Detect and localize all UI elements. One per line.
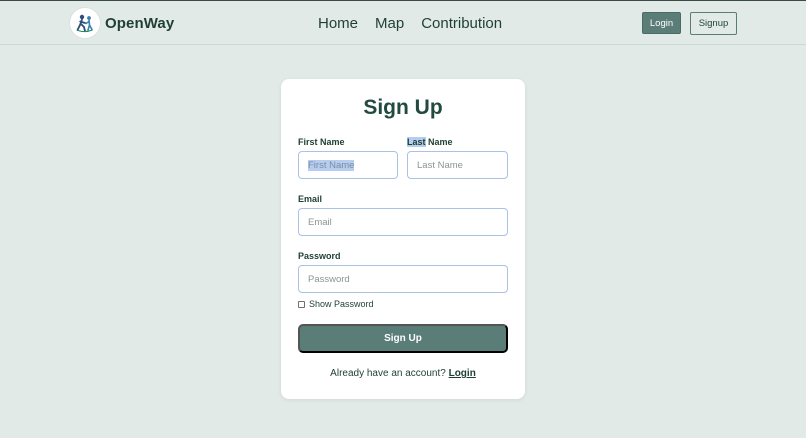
email-input[interactable]: Email — [298, 208, 508, 236]
nav-contribution-link[interactable]: Contribution — [421, 15, 502, 32]
email-label: Email — [298, 194, 323, 204]
nav-home-link[interactable]: Home — [318, 15, 358, 32]
password-label: Password — [298, 251, 341, 261]
email-placeholder: Email — [308, 216, 332, 228]
show-password-checkbox[interactable] — [298, 300, 305, 308]
login-link[interactable]: Login — [449, 368, 476, 379]
password-placeholder: Password — [308, 273, 350, 285]
last-name-label-selected: Last — [407, 137, 426, 147]
first-name-input[interactable]: First Name — [298, 151, 398, 179]
login-button[interactable]: Login — [642, 12, 681, 34]
people-logo-icon — [70, 8, 100, 38]
brand-name: OpenWay — [105, 14, 175, 32]
login-prompt: Already have an account? Login — [281, 368, 525, 379]
signup-card: Sign Up First Name Last Name First Name … — [281, 79, 525, 399]
signup-button[interactable]: Signup — [690, 12, 737, 35]
first-name-label: First Name — [298, 137, 345, 147]
show-password-toggle[interactable]: Show Password — [298, 299, 374, 309]
page-title: Sign Up — [363, 96, 443, 119]
last-name-label-rest: Name — [425, 137, 453, 147]
last-name-placeholder: Last Name — [417, 159, 463, 171]
show-password-label: Show Password — [309, 299, 374, 309]
main-nav: Home Map Contribution — [318, 15, 519, 32]
first-name-label-text: First Name — [298, 137, 345, 147]
nav-map-link[interactable]: Map — [375, 15, 404, 32]
brand-logo-link[interactable]: OpenWay — [70, 8, 174, 38]
sign-up-submit-button[interactable]: Sign Up — [298, 324, 508, 353]
navbar: OpenWay Home Map Contribution Login Sign… — [0, 1, 806, 45]
password-input[interactable]: Password — [298, 265, 508, 293]
last-name-label: Last Name — [407, 137, 453, 147]
login-prompt-text: Already have an account? — [330, 368, 449, 379]
last-name-input[interactable]: Last Name — [407, 151, 508, 179]
first-name-placeholder: First Name — [308, 159, 355, 171]
